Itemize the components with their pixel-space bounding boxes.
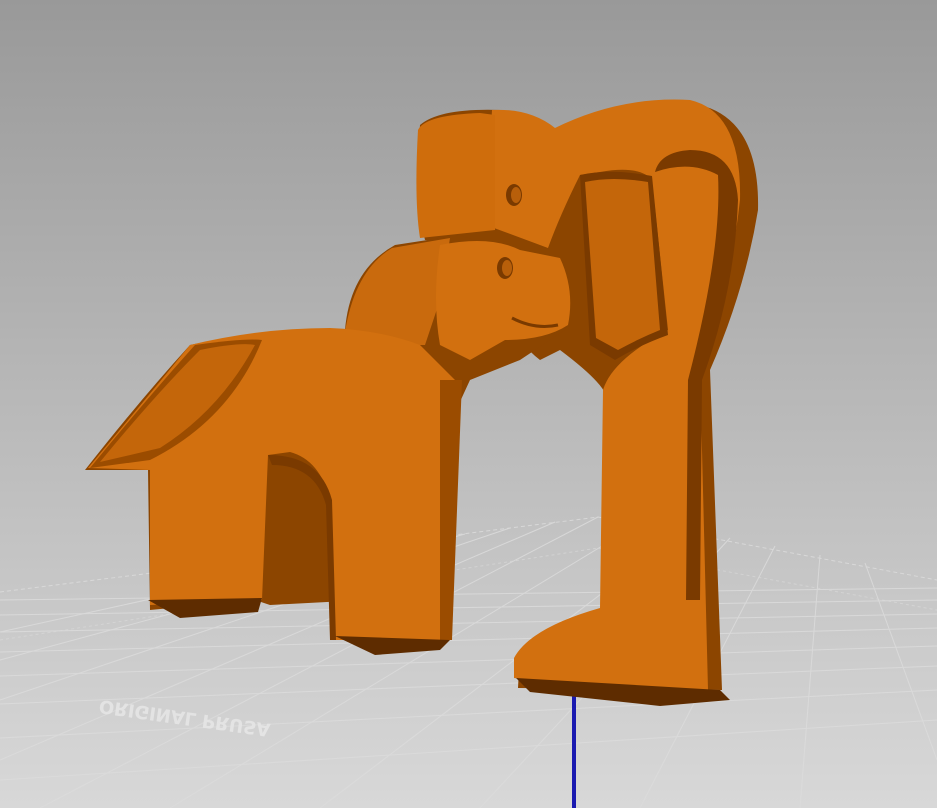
parent-arm	[585, 179, 660, 350]
parent-head-block	[416, 113, 495, 238]
3d-viewport[interactable]: ORIGINAL PRUSA	[0, 0, 937, 808]
scene-canvas[interactable]: ORIGINAL PRUSA	[0, 0, 937, 808]
